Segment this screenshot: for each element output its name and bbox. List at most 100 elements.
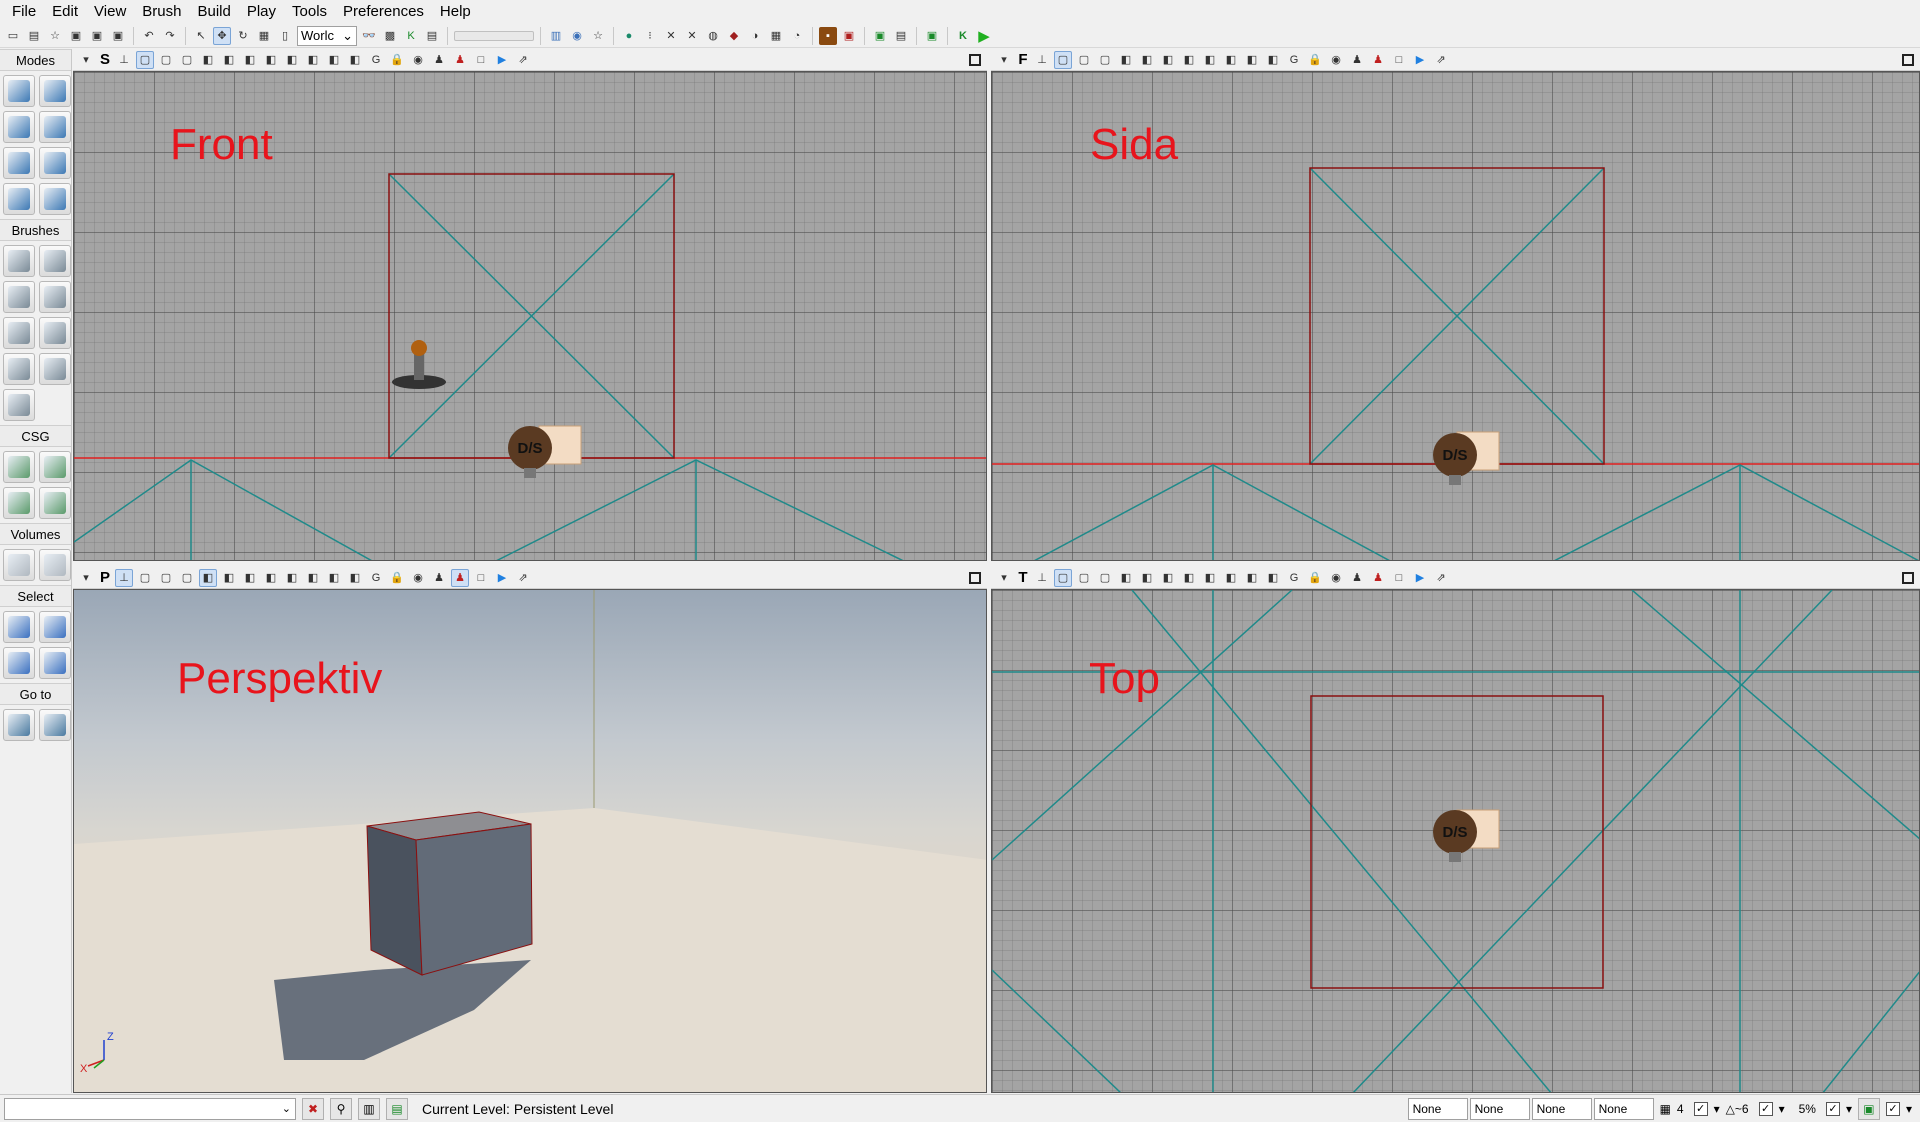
- frame-icon[interactable]: □: [1390, 569, 1408, 587]
- lightmap-density-icon[interactable]: ◧: [1243, 569, 1261, 587]
- translate-tool-icon[interactable]: ✥: [213, 26, 231, 45]
- new-file-icon[interactable]: ▭: [4, 27, 22, 45]
- eye-icon[interactable]: ◉: [1327, 51, 1345, 69]
- undo-icon[interactable]: ↶: [140, 27, 158, 45]
- level-browser-icon[interactable]: ▤: [386, 1097, 408, 1120]
- build-all-icon[interactable]: ✕: [683, 27, 701, 45]
- grid-snap-checkbox[interactable]: ✓: [1693, 1101, 1708, 1116]
- detail-lighting-icon[interactable]: ◧: [220, 569, 238, 587]
- terrain-mode-button[interactable]: [3, 111, 35, 143]
- lock-icon[interactable]: 🔒: [1306, 569, 1324, 587]
- perspective-viewport[interactable]: Z X Perspektiv: [73, 589, 987, 1093]
- select-inside-button[interactable]: [3, 647, 35, 679]
- menu-preferences[interactable]: Preferences: [335, 0, 432, 24]
- eye-icon[interactable]: ◉: [409, 51, 427, 69]
- game-view-icon[interactable]: G: [367, 569, 385, 587]
- frame-icon[interactable]: □: [1390, 51, 1408, 69]
- lit-icon[interactable]: ◧: [199, 568, 217, 587]
- volume-list-button[interactable]: [39, 549, 71, 581]
- chevron-down-icon[interactable]: ▾: [1846, 1102, 1852, 1116]
- camera-actor-icon[interactable]: ♟: [1348, 569, 1366, 587]
- light-actor-icon[interactable]: D/S: [1433, 431, 1500, 485]
- red-actor-icon[interactable]: ♟: [451, 51, 469, 69]
- kismet-icon[interactable]: ▩: [381, 27, 399, 45]
- red-actor-icon[interactable]: ♟: [1369, 51, 1387, 69]
- eye-icon[interactable]: ◉: [409, 569, 427, 587]
- lit-icon[interactable]: ◧: [1117, 51, 1135, 69]
- landscape-button[interactable]: [3, 183, 35, 215]
- build-visible-icon[interactable]: ◉: [568, 27, 586, 45]
- front-viewport[interactable]: D/S Front: [73, 71, 987, 561]
- sheet-brush-button[interactable]: [39, 317, 71, 349]
- maximize-viewport-icon[interactable]: [969, 53, 981, 66]
- maximize-viewport-icon[interactable]: [969, 571, 981, 584]
- chevron-down-icon[interactable]: ▾: [1779, 1102, 1785, 1116]
- maximize-viewport-icon[interactable]: [1902, 571, 1914, 584]
- cube-brush-button[interactable]: [3, 245, 35, 277]
- autosave-checkbox[interactable]: ✓: [1885, 1101, 1900, 1116]
- realtime-play-icon[interactable]: ▶: [1411, 51, 1429, 69]
- viewport-options-icon[interactable]: ▾: [995, 569, 1013, 587]
- command-input[interactable]: ⌄: [4, 1097, 296, 1120]
- lighting-only-icon[interactable]: ◧: [1159, 569, 1177, 587]
- viewport-options-icon[interactable]: ▾: [77, 569, 95, 587]
- wireframe-icon[interactable]: ▢: [1054, 50, 1072, 69]
- unlit-icon[interactable]: ▢: [178, 51, 196, 69]
- drag-grid-slider[interactable]: [454, 30, 534, 41]
- menu-view[interactable]: View: [86, 0, 134, 24]
- stop-icon[interactable]: ✖: [302, 1097, 324, 1120]
- detail-lighting-icon[interactable]: ◧: [220, 51, 238, 69]
- build-star-icon[interactable]: ☆: [589, 27, 607, 45]
- light-complexity-icon[interactable]: ◧: [1180, 569, 1198, 587]
- matinee-icon[interactable]: ▪: [819, 26, 837, 45]
- sound-icon[interactable]: ▣: [840, 27, 858, 45]
- brush-wireframe-icon[interactable]: ▢: [1075, 51, 1093, 69]
- scale-snap-checkbox[interactable]: ✓: [1825, 1101, 1840, 1116]
- unlit-icon[interactable]: ▢: [178, 569, 196, 587]
- viewport-type-letter[interactable]: P: [98, 569, 112, 586]
- undock-icon[interactable]: ⇗: [514, 51, 532, 69]
- mesh-paint-button[interactable]: [3, 147, 35, 179]
- spiral-stair-button[interactable]: [3, 353, 35, 385]
- wireframe-icon[interactable]: ▢: [136, 569, 154, 587]
- actor-icon[interactable]: ◆: [725, 27, 743, 45]
- menu-file[interactable]: File: [4, 0, 44, 24]
- show-selected-button[interactable]: [3, 611, 35, 643]
- play-in-editor-icon[interactable]: ▣: [871, 27, 889, 45]
- lock-view-icon[interactable]: ⊥: [115, 568, 133, 587]
- goto-actor-button[interactable]: [3, 709, 35, 741]
- viewport-options-icon[interactable]: ▾: [995, 51, 1013, 69]
- realtime-play-icon[interactable]: ▶: [493, 569, 511, 587]
- csg-subtract-button[interactable]: [39, 451, 71, 483]
- rotate-tool-icon[interactable]: ↻: [234, 27, 252, 45]
- texture-density-icon[interactable]: ◧: [1201, 569, 1219, 587]
- menu-help[interactable]: Help: [432, 0, 479, 24]
- cone-brush-button[interactable]: [39, 245, 71, 277]
- viewport-type-letter[interactable]: T: [1016, 569, 1030, 586]
- redo-icon[interactable]: ↷: [161, 27, 179, 45]
- invert-selection-button[interactable]: [39, 647, 71, 679]
- menu-play[interactable]: Play: [239, 0, 284, 24]
- nonuniform-scale-icon[interactable]: ▯: [276, 27, 294, 45]
- generic-browser-icon[interactable]: ▤: [423, 27, 441, 45]
- frame-icon[interactable]: □: [472, 51, 490, 69]
- curved-stair-button[interactable]: [3, 281, 35, 313]
- reflections-icon[interactable]: ◧: [1264, 569, 1282, 587]
- texture-density-icon[interactable]: ◧: [1201, 51, 1219, 69]
- light-icon[interactable]: ◍: [704, 27, 722, 45]
- chevron-down-icon[interactable]: ▾: [1906, 1102, 1912, 1116]
- csg-add-button[interactable]: [3, 451, 35, 483]
- lock-icon[interactable]: 🔒: [388, 569, 406, 587]
- play-icon[interactable]: ▶: [975, 27, 993, 45]
- build-paths-icon[interactable]: ⁝: [641, 27, 659, 45]
- lock-view-icon[interactable]: ⊥: [115, 51, 133, 69]
- geometry-mode-button[interactable]: [39, 75, 71, 107]
- lit-icon[interactable]: ◧: [1117, 569, 1135, 587]
- rotation-snap-checkbox[interactable]: ✓: [1758, 1101, 1773, 1116]
- menu-build[interactable]: Build: [189, 0, 238, 24]
- volumetric-brush-button[interactable]: [3, 389, 35, 421]
- lighting-only-icon[interactable]: ◧: [1159, 51, 1177, 69]
- unlit-icon[interactable]: ▢: [1096, 569, 1114, 587]
- light-complexity-icon[interactable]: ◧: [1180, 51, 1198, 69]
- camera-actor-icon[interactable]: ♟: [430, 569, 448, 587]
